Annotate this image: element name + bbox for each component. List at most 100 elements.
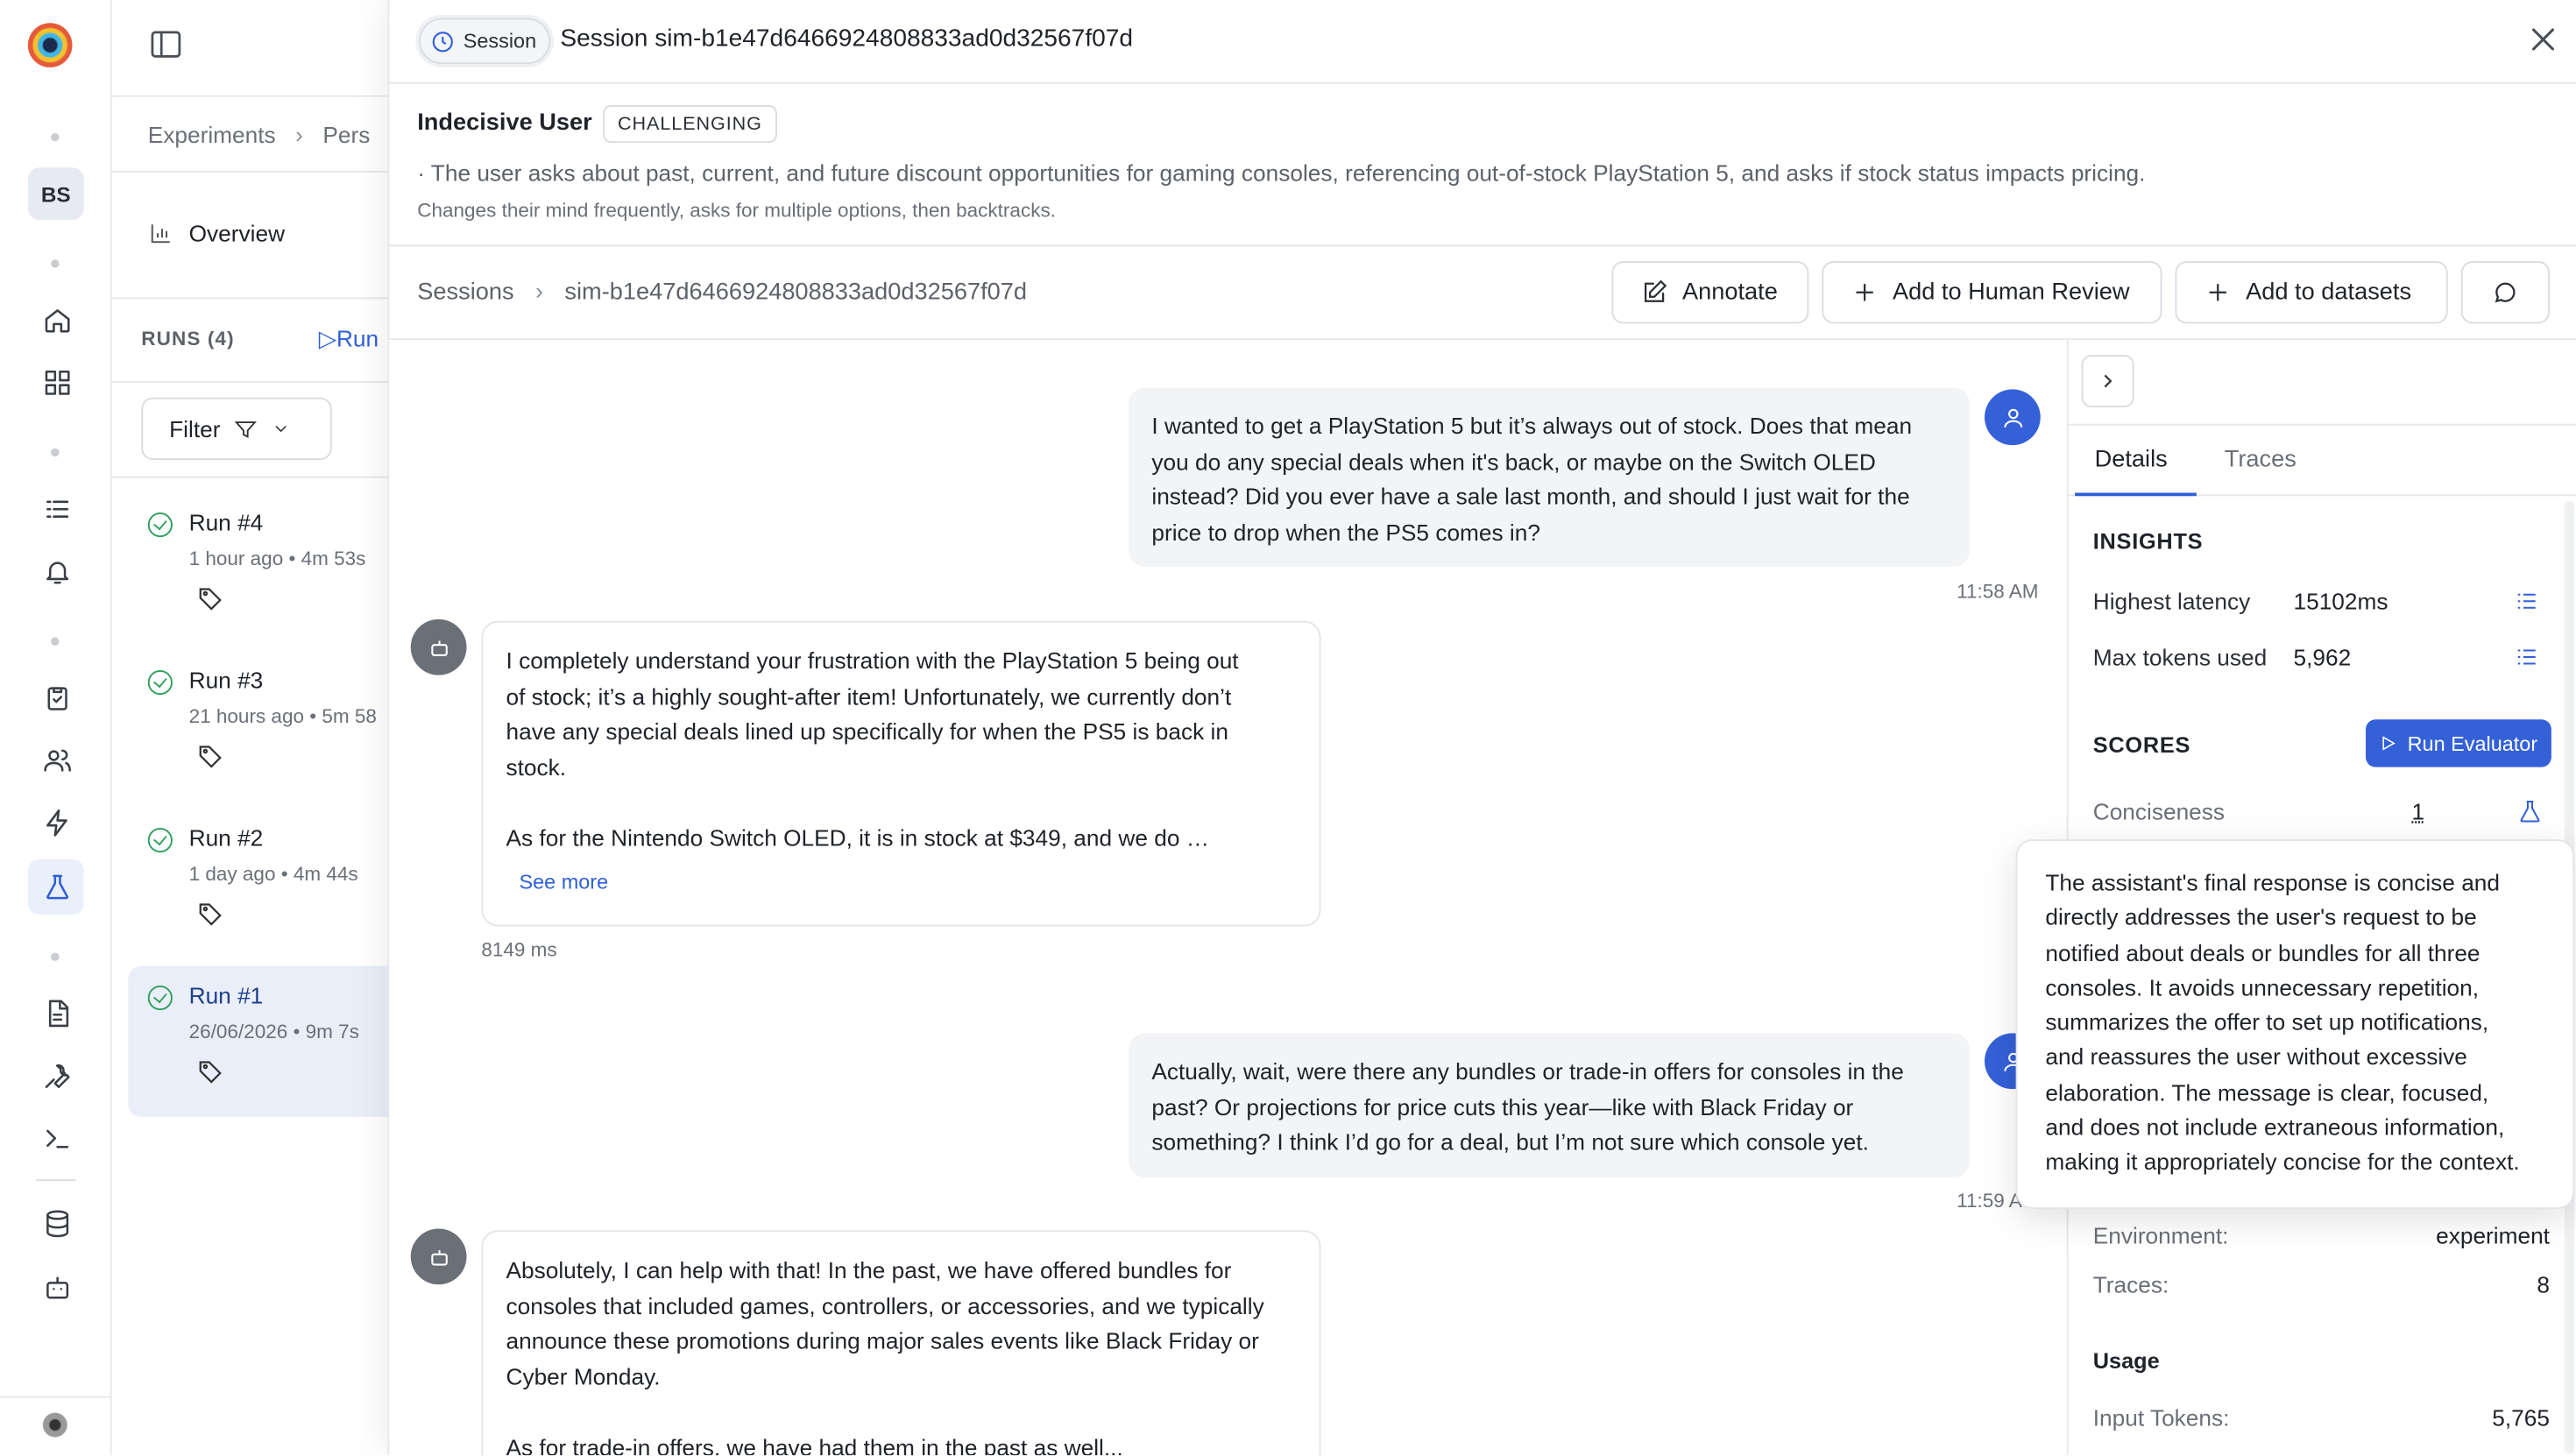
breadcrumb: Experiments › Pers — [148, 122, 371, 148]
tooltip-line: and reassures the user without excessive — [2045, 1043, 2467, 1071]
filter-label: Filter — [169, 415, 221, 442]
run-evaluator-button[interactable]: Run Evaluator — [2366, 719, 2551, 767]
session-breadcrumb: Sessions › sim-b1e47d6466924808833ad0d3256… — [417, 279, 1027, 306]
chevron-right-icon: › — [295, 121, 303, 148]
comment-button[interactable] — [2460, 261, 2550, 324]
rail-divider-dot — [51, 952, 60, 961]
environment-label: Environment: — [2092, 1222, 2229, 1248]
document-icon[interactable] — [39, 995, 75, 1031]
experiment-sidebar: Experiments › Pers Overview RUNS (4) ▷ Run … — [111, 0, 407, 1456]
bot-icon — [430, 1249, 447, 1265]
session-pill-label: Session — [463, 29, 537, 53]
wrench-icon[interactable] — [39, 1058, 75, 1094]
collapse-panel-button[interactable] — [2081, 355, 2134, 407]
user-icon — [2003, 407, 2022, 427]
run-name: Run #2 — [188, 824, 264, 852]
tag-icon[interactable] — [197, 901, 223, 927]
conciseness-score[interactable]: 1 — [2412, 798, 2425, 824]
insights-title: INSIGHTS — [2092, 528, 2204, 554]
details-tabs: Details Traces — [2068, 423, 2576, 497]
footer-logo[interactable] — [42, 1412, 67, 1438]
run-name: Run #4 — [188, 509, 264, 536]
input-tokens-label: Input Tokens: — [2092, 1404, 2230, 1431]
run-meta: 26/06/2026 • 9m 7s — [188, 1020, 359, 1043]
comment-icon — [2495, 282, 2516, 303]
drawer-header: Session Session sim-b1e47d6466924808833a… — [389, 0, 2576, 84]
tag-icon[interactable] — [197, 1058, 223, 1085]
tooltip-line: elaboration. The message is clear, focus… — [2045, 1078, 2489, 1106]
rail-divider-dot — [51, 259, 60, 268]
terminal-icon[interactable] — [39, 1120, 75, 1156]
home-icon[interactable] — [39, 302, 75, 338]
run-evaluator-label: Run Evaluator — [2407, 732, 2538, 755]
users-icon[interactable] — [39, 743, 75, 779]
filter-button[interactable]: Filter — [141, 397, 332, 460]
sidebar-toggle-icon[interactable] — [148, 26, 188, 66]
view-trace-list-icon[interactable] — [2514, 588, 2540, 614]
breadcrumb-sessions[interactable]: Sessions — [417, 279, 513, 306]
tag-icon[interactable] — [197, 585, 223, 611]
persona-trait: Changes their mind frequently, asks for … — [417, 198, 1056, 223]
database-icon[interactable] — [39, 1205, 75, 1241]
message-line: have any special deals lined up specific… — [506, 717, 1228, 745]
play-icon: ▷ — [318, 325, 336, 352]
overview-link[interactable]: Overview — [148, 220, 285, 246]
list-icon[interactable] — [39, 491, 75, 527]
session-pill: Session — [419, 18, 552, 65]
see-more-link[interactable]: See more — [506, 866, 1297, 901]
rail-separator — [36, 1179, 76, 1182]
breadcrumb-experiments[interactable]: Experiments — [148, 122, 276, 148]
flask-icon[interactable] — [2517, 796, 2544, 826]
run-item-4[interactable]: Run #4 1 hour ago • 4m 53s — [128, 493, 407, 645]
tooltip-line: directly addresses the user's request to… — [2045, 903, 2477, 930]
conciseness-label: Conciseness — [2092, 798, 2226, 825]
message-line: something? I think I’d go for a deal, bu… — [1151, 1128, 1869, 1156]
divider — [111, 381, 407, 383]
overview-label: Overview — [188, 220, 286, 247]
annotate-label: Annotate — [1682, 279, 1778, 306]
add-to-human-review-button[interactable]: Add to Human Review — [1822, 261, 2162, 324]
highest-latency-value: 15102ms — [2293, 588, 2388, 615]
run-item-1[interactable]: Run #1 26/06/2026 • 9m 7s — [128, 965, 407, 1117]
run-button[interactable]: ▷Run — [319, 325, 379, 353]
divider — [111, 476, 407, 478]
bolt-icon[interactable] — [39, 805, 75, 841]
message-line — [506, 785, 1297, 820]
message-line: Cyber Monday. — [506, 1362, 661, 1389]
close-icon[interactable] — [2527, 23, 2560, 56]
workspace-avatar[interactable]: BS — [27, 167, 84, 221]
tab-details[interactable]: Details — [2095, 447, 2168, 473]
annotate-button[interactable]: Annotate — [1611, 261, 1809, 324]
tag-icon[interactable] — [197, 743, 223, 769]
bot-icon[interactable] — [39, 1269, 75, 1305]
run-name: Run #3 — [188, 667, 264, 694]
filter-icon — [234, 421, 258, 438]
add-to-datasets-button[interactable]: Add to datasets — [2175, 261, 2448, 324]
tab-traces[interactable]: Traces — [2225, 447, 2296, 473]
run-item-3[interactable]: Run #3 21 hours ago • 5m 58 — [128, 651, 407, 802]
environment-value: experiment — [2436, 1222, 2550, 1248]
view-trace-list-icon[interactable] — [2514, 644, 2540, 670]
app-logo[interactable] — [27, 23, 73, 67]
tooltip-line: The assistant's final response is concis… — [2045, 868, 2501, 895]
max-tokens-value: 5,962 — [2293, 644, 2352, 670]
persona-section: Indecisive User CHALLENGING · The user a… — [389, 84, 2576, 247]
flask-icon[interactable] — [39, 869, 75, 905]
active-tab-indicator — [2075, 492, 2197, 497]
user-message: I wanted to get a PlayStation 5 but it’s… — [1129, 387, 1971, 567]
bell-icon[interactable] — [39, 554, 75, 590]
run-item-2[interactable]: Run #2 1 day ago • 4m 44s — [128, 809, 407, 960]
dashboard-icon[interactable] — [39, 364, 75, 400]
divider — [111, 171, 407, 173]
bar-chart-icon — [151, 224, 170, 244]
run-name: Run #1 — [188, 982, 264, 1009]
check-circle-icon — [147, 512, 173, 538]
clipboard-icon[interactable] — [39, 680, 75, 716]
run-meta: 1 day ago • 4m 44s — [188, 862, 358, 886]
persona-description: · The user asks about past, current, and… — [417, 159, 2146, 186]
rail-divider-dot — [51, 132, 60, 142]
difficulty-badge: CHALLENGING — [603, 105, 777, 144]
breadcrumb-persona[interactable]: Pers — [322, 122, 370, 148]
message-line: price to drop when the PS5 comes in? — [1151, 518, 1540, 545]
message-line: of stock; it’s a highly sought-after ite… — [506, 682, 1232, 710]
